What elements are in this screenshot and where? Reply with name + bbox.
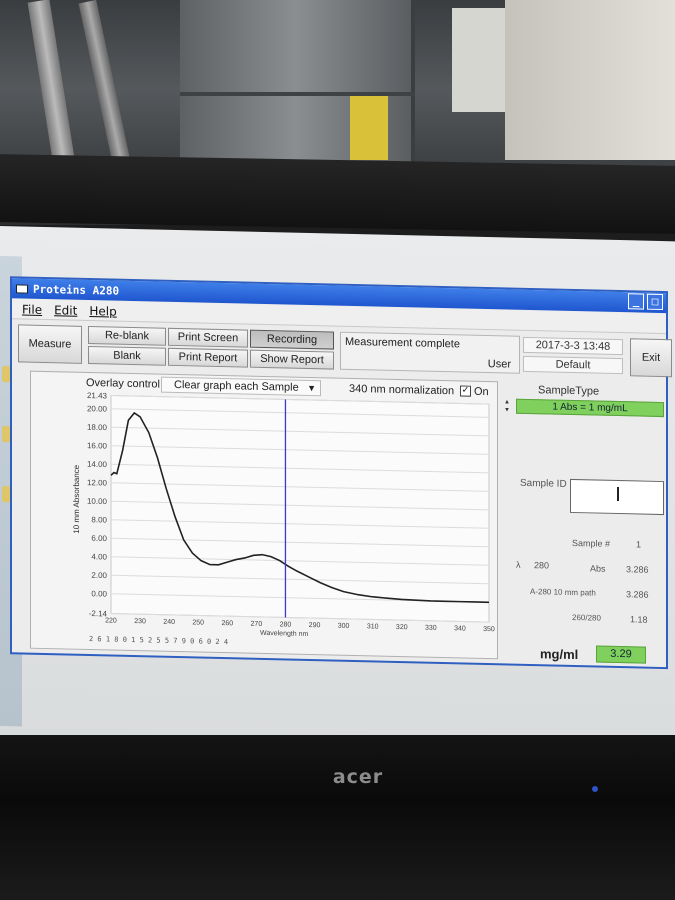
sample-id-input[interactable] (570, 478, 664, 516)
mgml-value: 3.29 (596, 645, 646, 664)
chart-x-tick-label: 330 (425, 625, 437, 632)
abs-label: Abs (590, 563, 606, 574)
chart-x-tick-label: 320 (396, 624, 408, 631)
chart-y-tick-label: 0.00 (91, 589, 107, 598)
overlay-control-label: Overlay control (86, 376, 160, 391)
maximize-icon[interactable]: □ (647, 293, 663, 311)
menu-help[interactable]: Help (89, 304, 116, 319)
normalization-label: 340 nm normalization (349, 382, 455, 398)
monitor-bezel-bottom (0, 735, 675, 900)
menu-edit[interactable]: Edit (54, 303, 77, 318)
chart-x-tick-label: 270 (251, 621, 263, 628)
chart-y-tick-label: 18.00 (87, 423, 108, 432)
text-caret (617, 487, 619, 502)
measure-button[interactable]: Measure (18, 324, 82, 364)
monitor-bezel-top (0, 154, 675, 234)
chart-y-tick-label: 21.43 (87, 391, 108, 400)
reblank-button[interactable]: Re-blank (88, 325, 166, 346)
overlay-select-value: Clear graph each Sample (174, 378, 299, 394)
user-label: User (487, 358, 511, 371)
a280-label: A-280 10 mm path (530, 587, 596, 598)
results-panel: SampleType ▲ ▼ 1 Abs = 1 mg/mL Sample ID … (502, 381, 666, 667)
chart-x-tick-label: 280 (280, 621, 292, 628)
chart-x-axis-label: Wavelength nm (260, 630, 309, 638)
chart-y-tick-label: 12.00 (87, 478, 108, 487)
a280-value: 3.286 (626, 589, 649, 600)
chart-y-tick-label: 8.00 (91, 515, 107, 524)
chart-y-tick-label: 14.00 (87, 460, 108, 469)
ratio-value: 1.18 (630, 614, 648, 625)
blank-button[interactable]: Blank (88, 345, 166, 366)
normalization-checkbox[interactable]: ✓ (460, 385, 471, 397)
sample-type-spinner-icon[interactable]: ▲ ▼ (504, 398, 512, 414)
chart-x-tick-label: 350 (483, 626, 495, 633)
chart-x-tick-label: 260 (221, 620, 233, 627)
menu-file[interactable]: File (22, 302, 42, 316)
chart-x-tick-label: 300 (338, 623, 350, 630)
status-text: Measurement complete (345, 335, 460, 351)
chart-y-tick-label: 6.00 (91, 534, 107, 543)
chart-x-tick-label: 240 (163, 619, 175, 626)
app-window: Proteins A280 _ □ File Edit Help Measure… (10, 276, 672, 670)
sample-type-field[interactable]: 1 Abs = 1 mg/mL (516, 398, 664, 418)
chart-x-tick-label: 290 (309, 622, 321, 629)
minimize-icon[interactable]: _ (628, 293, 644, 310)
chart-x-tick-label: 310 (367, 623, 379, 630)
app-icon (16, 283, 28, 294)
lambda-value[interactable]: 280 (534, 560, 549, 570)
chart-grid (110, 395, 490, 623)
datetime-field: 2017-3-3 13:48 (523, 336, 623, 356)
chart-y-tick-label: 4.00 (91, 552, 107, 561)
window-title: Proteins A280 (33, 282, 120, 298)
sample-number-value: 1 (636, 539, 642, 550)
background-pipe (27, 0, 75, 161)
power-led-icon (592, 786, 598, 792)
sample-id-label: Sample ID (520, 477, 567, 490)
background-yellow-label (350, 96, 388, 160)
monitor-screen: Proteins A280 _ □ File Edit Help Measure… (0, 226, 675, 754)
print-report-button[interactable]: Print Report (168, 347, 248, 368)
sample-type-label: SampleType (538, 384, 600, 398)
background-wall (505, 0, 675, 160)
normalization-on-label: On (474, 385, 489, 399)
chart-x-tick-label: 220 (105, 617, 117, 624)
status-box: Measurement complete User (340, 331, 520, 374)
abs-value: 3.286 (626, 564, 649, 575)
chart-x-tick-label: 250 (192, 619, 204, 626)
chart-y-ticks: 21.43 20.00 18.00 16.00 14.00 12.00 10.00 8.00 6… (87, 391, 108, 618)
recording-button[interactable]: Recording (250, 329, 334, 350)
monitor-brand-logo: acer (332, 766, 384, 788)
ratio-label: 260/280 (572, 612, 601, 623)
absorbance-chart[interactable]: 21.43 20.00 18.00 16.00 14.00 12.00 10.00 8.00 6… (31, 390, 497, 645)
lambda-label: λ (516, 559, 521, 570)
chart-y-axis-label: 10 mm Absorbance (72, 464, 81, 534)
chart-y-tick-label: 20.00 (87, 404, 108, 413)
chart-y-tick-label: 16.00 (87, 441, 108, 450)
chart-y-tick-label: 10.00 (87, 497, 108, 506)
print-screen-button[interactable]: Print Screen (168, 327, 248, 348)
sample-number-label: Sample # (572, 537, 611, 549)
chart-x-tick-label: 230 (134, 618, 146, 625)
chevron-down-icon: ▼ (307, 382, 316, 394)
background-pipe (78, 0, 130, 161)
chart-x-tick-label: 340 (454, 625, 466, 632)
graph-panel: Overlay control Clear graph each Sample … (30, 370, 498, 660)
show-report-button[interactable]: Show Report (250, 349, 334, 370)
chart-y-tick-label: 2.00 (91, 571, 107, 580)
mgml-label: mg/ml (540, 646, 579, 663)
exit-button[interactable]: Exit (630, 338, 672, 378)
user-field[interactable]: Default (523, 355, 623, 375)
